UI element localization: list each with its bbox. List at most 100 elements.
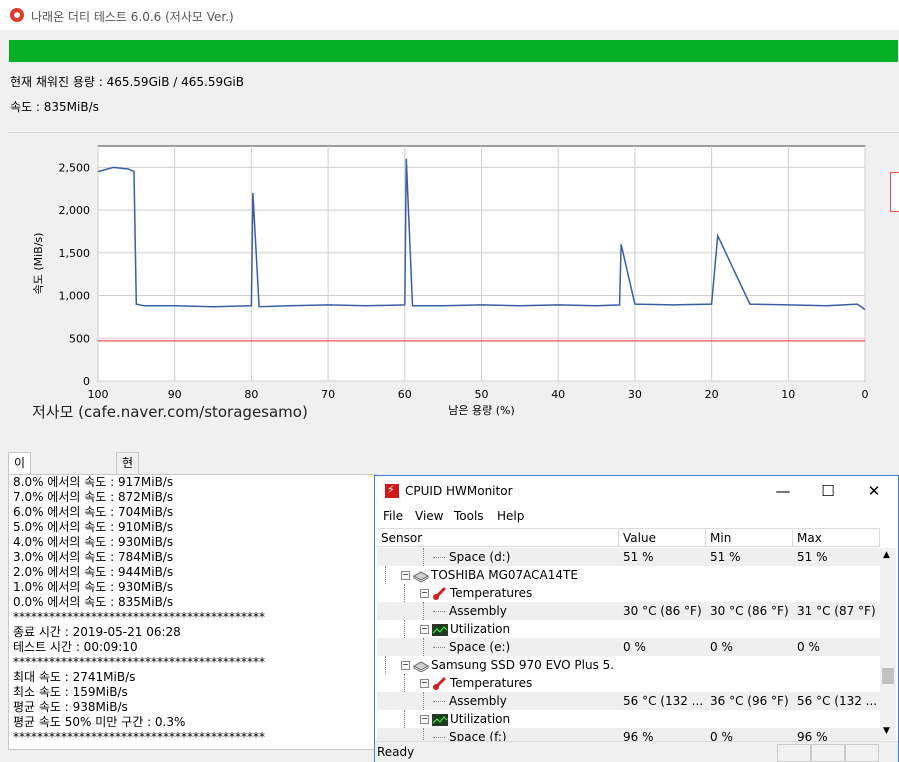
sensor-row[interactable]: Space (d:) 51 % 51 % 51 % [377,548,880,566]
collapse-toggle-icon[interactable]: − [401,571,410,580]
scroll-up-icon[interactable]: ▲ [883,550,890,560]
utilization-chart-icon [432,623,448,636]
sensor-min: 51 % [710,550,741,564]
result-log[interactable]: 8.0% 에서의 속도 : 917MiB/s 7.0% 에서의 속도 : 872M… [8,474,377,750]
sensor-max: 96 % [797,730,828,741]
sensor-max: 31 °C (87 °F) [797,604,876,618]
speed-chart-panel: 100 90 80 70 60 50 40 30 20 10 0 0 500 1,000 1,500 2,00… [8,132,899,431]
sensor-max: 0 % [797,640,820,654]
hwmonitor-window: CPUID HWMonitor — ☐ ✕ File View Tools He… [374,475,899,762]
tree-connector [423,728,424,741]
tree-connector [423,638,424,656]
sensor-row[interactable]: Space (f:) 96 % 0 % 96 % [377,728,880,741]
progress-fill [9,40,898,62]
status-panel [811,744,845,762]
sensor-row[interactable]: − Utilization [377,620,880,638]
tab-previous-and-current[interactable]: 이전 + 현재 회차 [8,452,32,590]
x-tick-label: 10 [781,388,795,401]
sensor-name: Space (e:) [449,640,511,654]
log-line: 0.0% 에서의 속도 : 835MiB/s [13,595,174,609]
sensor-row[interactable]: − Temperatures [377,584,880,602]
log-line: 최소 속도 : 159MiB/s [13,685,128,699]
log-line: 평균 속도 50% 미만 구간 : 0.3% [13,715,186,729]
collapse-toggle-icon[interactable]: − [401,661,410,670]
status-panel [845,744,879,762]
tab-current[interactable]: 현재 회차 [116,452,140,530]
sensor-name: Utilization [450,712,511,726]
side-panel-handle[interactable] [890,172,899,212]
hwmonitor-status-bar: Ready [375,741,898,762]
scroll-thumb[interactable] [882,668,894,684]
tree-connector [433,701,445,702]
sensor-scrollbar[interactable]: ▲ ▼ [880,548,896,740]
x-tick-label: 40 [551,388,565,401]
speed-chart: 100 90 80 70 60 50 40 30 20 10 005001,0001,5002,00… [32,145,869,417]
sensor-value: 56 °C (132 ... [623,694,704,708]
scroll-down-icon[interactable]: ▼ [883,726,890,736]
collapse-toggle-icon[interactable]: − [420,625,429,634]
y-tick-label: 0 [83,375,90,388]
close-button[interactable]: ✕ [859,480,889,502]
sensor-min: 30 °C (86 °F) [710,604,789,618]
sensor-value: 0 % [623,640,646,654]
sensor-name: Assembly [449,604,507,618]
column-header-max[interactable]: Max [793,529,880,547]
maximize-button[interactable]: ☐ [813,480,843,502]
sensor-row[interactable]: Assembly 30 °C (86 °F) 30 °C (86 °F) 31 °C … [377,602,880,620]
x-tick-label: 90 [168,388,182,401]
status-text: Ready [377,745,415,759]
x-tick-label: 30 [628,388,642,401]
log-line: 7.0% 에서의 속도 : 872MiB/s [13,490,174,504]
sensor-name: Temperatures [450,676,533,690]
column-header-min[interactable]: Min [706,529,793,547]
status-panel [777,744,811,762]
log-line: 4.0% 에서의 속도 : 930MiB/s [13,535,174,549]
sensor-name: Samsung SSD 970 EVO Plus 5... [431,658,615,672]
minimize-button[interactable]: — [768,480,798,502]
log-line: 1.0% 에서의 속도 : 930MiB/s [13,580,174,594]
sensor-value: 30 °C (86 °F) [623,604,702,618]
y-tick-label: 2,000 [59,204,91,217]
sensor-row[interactable]: − Samsung SSD 970 EVO Plus 5... [377,656,880,674]
collapse-toggle-icon[interactable]: − [420,679,429,688]
x-tick-label: 50 [475,388,489,401]
collapse-toggle-icon[interactable]: − [420,589,429,598]
sensor-min: 0 % [710,640,733,654]
log-line: 평균 속도 : 938MiB/s [13,700,128,714]
hwmonitor-menu-bar: File View Tools Help [375,506,898,526]
menu-view[interactable]: View [415,509,443,523]
column-header-sensor[interactable]: Sensor [377,529,619,547]
log-line: 테스트 시간 : 00:09:10 [13,640,138,654]
sensor-row[interactable]: Space (e:) 0 % 0 % 0 % [377,638,880,656]
sensor-row[interactable]: − TOSHIBA MG07ACA14TE [377,566,880,584]
menu-file[interactable]: File [383,509,403,523]
window-title: 나래온 더티 테스트 6.0.6 (저사모 Ver.) [31,10,234,24]
log-line: ****************************************… [13,655,265,669]
sensor-name: Temperatures [450,586,533,600]
tree-connector [385,656,386,674]
y-tick-label: 1,500 [59,247,91,260]
sensor-row[interactable]: − Temperatures [377,674,880,692]
x-tick-label: 20 [705,388,719,401]
collapse-toggle-icon[interactable]: − [420,715,429,724]
watermark-text: 저사모 (cafe.naver.com/storagesamo) [32,403,308,421]
sensor-max: 51 % [797,550,828,564]
tree-connector [433,557,445,558]
sensor-name: TOSHIBA MG07ACA14TE [431,568,578,582]
tree-connector [423,692,424,710]
tree-connector [433,737,445,738]
log-line: 5.0% 에서의 속도 : 910MiB/s [13,520,174,534]
app-logo-icon [10,8,24,22]
log-line: ****************************************… [13,730,265,744]
sensor-row[interactable]: Assembly 56 °C (132 ... 36 °C (96 °F) 56 °C… [377,692,880,710]
menu-tools[interactable]: Tools [454,509,484,523]
x-tick-label: 100 [88,388,109,401]
column-header-value[interactable]: Value [619,529,706,547]
sensor-max: 56 °C (132 ... [797,694,878,708]
sensor-min: 36 °C (96 °F) [710,694,789,708]
menu-help[interactable]: Help [497,509,524,523]
sensor-row[interactable]: − Utilization [377,710,880,728]
x-tick-label: 0 [862,388,869,401]
log-line: 8.0% 에서의 속도 : 917MiB/s [13,475,174,489]
log-line: 최대 속도 : 2741MiB/s [13,670,136,684]
